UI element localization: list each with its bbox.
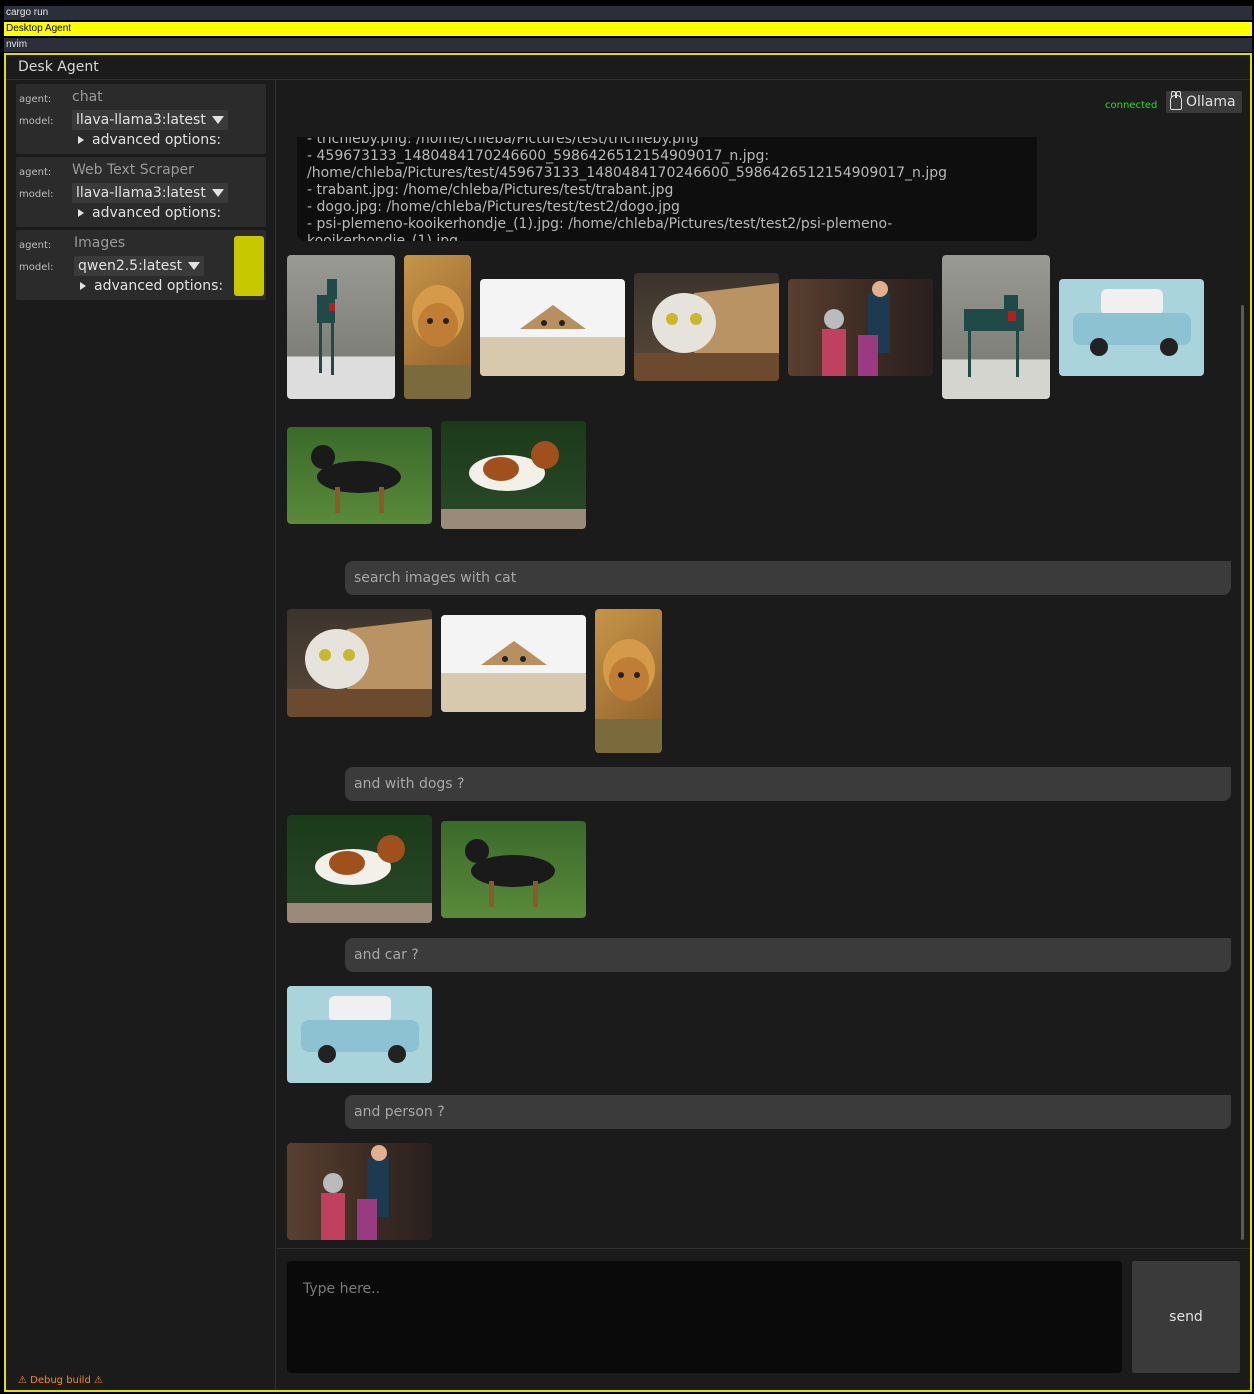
chevron-down-icon	[211, 116, 224, 124]
chat-history[interactable]: - trichleby.png: /home/chleba/Pictures/t…	[277, 137, 1239, 1245]
file-list-line: - psi-plemeno-kooikerhondje_(1).jpg: /ho…	[307, 216, 893, 241]
image-trabant-car[interactable]	[1059, 279, 1204, 376]
agent-label: agent:	[19, 94, 52, 105]
image-kooikerhondje-dog[interactable]	[441, 421, 586, 529]
app-title: Desk Agent	[18, 59, 99, 75]
advanced-options-toggle[interactable]: advanced options:	[78, 132, 221, 148]
file-list-line: - trabant.jpg: /home/chleba/Pictures/tes…	[307, 182, 674, 198]
image-cat-bread[interactable]	[595, 609, 662, 753]
disclosure-triangle-icon	[80, 282, 86, 290]
image-person-children[interactable]	[287, 1143, 432, 1240]
image-black-tan-dog[interactable]	[287, 427, 432, 524]
cat-paper-bag-thumbnail	[287, 619, 432, 717]
model-select-value: qwen2.5:latest	[78, 258, 183, 274]
app-window: Desk Agent agent: chat model: llava-llam…	[4, 53, 1252, 1392]
kooikerhondje-dog-thumbnail	[287, 835, 432, 923]
advanced-options-toggle[interactable]: advanced options:	[80, 278, 223, 294]
advanced-options-label: advanced options:	[94, 278, 224, 294]
advanced-options-toggle[interactable]: advanced options:	[78, 205, 221, 221]
agent-card-chat[interactable]: agent: chat model: llava-llama3:latest a…	[16, 84, 266, 154]
cat-bread-thumbnail	[404, 285, 471, 399]
person-children-thumbnail	[321, 1145, 389, 1240]
model-label: model:	[19, 262, 54, 273]
image-cat-paper-bag[interactable]	[287, 609, 432, 717]
model-select[interactable]: qwen2.5:latest	[74, 256, 205, 276]
agent-label: agent:	[19, 240, 52, 251]
model-select-value: llava-llama3:latest	[76, 112, 206, 128]
horse-sculpture-thumbnail	[317, 279, 337, 375]
agent-card-web-text-scraper[interactable]: agent: Web Text Scraper model: llava-lla…	[16, 157, 266, 227]
provider-button[interactable]: Ollama	[1166, 90, 1242, 113]
image-horse-sculpture-2[interactable]	[942, 255, 1050, 399]
agent-name: Web Text Scraper	[72, 162, 194, 178]
terminal-status-bar-bottom: nvim	[4, 38, 1252, 52]
image-cat-bread[interactable]	[404, 255, 471, 399]
send-button[interactable]: send	[1132, 1261, 1240, 1373]
user-message: and car ?	[345, 938, 1231, 972]
user-message: and with dogs ?	[345, 767, 1231, 801]
user-message: search images with cat	[345, 561, 1231, 595]
image-horse-sculpture[interactable]	[287, 255, 395, 399]
image-trabant-car[interactable]	[287, 986, 432, 1083]
message-composer: send	[277, 1248, 1250, 1390]
debug-build-label: ⚠ Debug build ⚠	[18, 1375, 103, 1386]
file-list-line: - 459673133_1480484170246600_59864265121…	[307, 148, 770, 164]
agent-card-images[interactable]: agent: Images model: qwen2.5:latest adva…	[16, 230, 266, 300]
chat-scrollbar[interactable]	[1241, 305, 1244, 1240]
model-select[interactable]: llava-llama3:latest	[72, 110, 228, 130]
disclosure-triangle-icon	[78, 209, 84, 217]
disclosure-triangle-icon	[78, 136, 84, 144]
user-message: and person ?	[345, 1095, 1231, 1129]
agent-label: agent:	[19, 167, 52, 178]
file-list-line: - dogo.jpg: /home/chleba/Pictures/test/t…	[307, 199, 680, 215]
cat-box-thumbnail	[441, 641, 586, 712]
file-list-line: /home/chleba/Pictures/test/459673133_148…	[307, 165, 948, 181]
advanced-options-label: advanced options:	[92, 132, 222, 148]
provider-label: Ollama	[1186, 94, 1236, 110]
black-tan-dog-thumbnail	[465, 839, 555, 907]
image-cat-paper-bag[interactable]	[634, 273, 779, 381]
model-label: model:	[19, 189, 54, 200]
terminal-window-title-bar: Desktop Agent	[4, 22, 1252, 36]
cat-paper-bag-thumbnail	[634, 283, 779, 381]
file-list-line: - trichleby.png: /home/chleba/Pictures/t…	[307, 137, 699, 147]
kooikerhondje-dog-thumbnail	[441, 441, 586, 529]
image-person-children[interactable]	[788, 279, 933, 376]
horse-sculpture-2-thumbnail	[964, 295, 1024, 377]
person-children-thumbnail	[822, 281, 890, 376]
connection-status: connected	[1105, 100, 1158, 111]
agent-name: Images	[74, 235, 126, 251]
cat-bread-thumbnail	[595, 639, 662, 753]
chevron-down-icon	[211, 189, 224, 197]
chat-main: connected Ollama - trichleby.png: /home/…	[277, 80, 1250, 1390]
trabant-car-thumbnail	[1073, 289, 1191, 356]
message-input[interactable]	[287, 1261, 1122, 1373]
image-black-tan-dog[interactable]	[441, 821, 586, 918]
agent-name: chat	[72, 89, 103, 105]
active-agent-indicator	[234, 236, 264, 296]
file-list-response: - trichleby.png: /home/chleba/Pictures/t…	[297, 137, 1037, 241]
image-cat-box[interactable]	[441, 615, 586, 712]
agent-sidebar: agent: chat model: llava-llama3:latest a…	[6, 80, 276, 1390]
trabant-car-thumbnail	[301, 996, 419, 1063]
image-kooikerhondje-dog[interactable]	[287, 815, 432, 923]
model-select-value: llava-llama3:latest	[76, 185, 206, 201]
model-label: model:	[19, 116, 54, 127]
terminal-status-bar-top: cargo run	[4, 6, 1252, 20]
image-cat-box[interactable]	[480, 279, 625, 376]
llama-icon	[1170, 90, 1182, 110]
cat-box-thumbnail	[480, 305, 625, 376]
chevron-down-icon	[188, 262, 201, 270]
black-tan-dog-thumbnail	[311, 445, 401, 513]
advanced-options-label: advanced options:	[92, 205, 222, 221]
model-select[interactable]: llava-llama3:latest	[72, 183, 228, 203]
